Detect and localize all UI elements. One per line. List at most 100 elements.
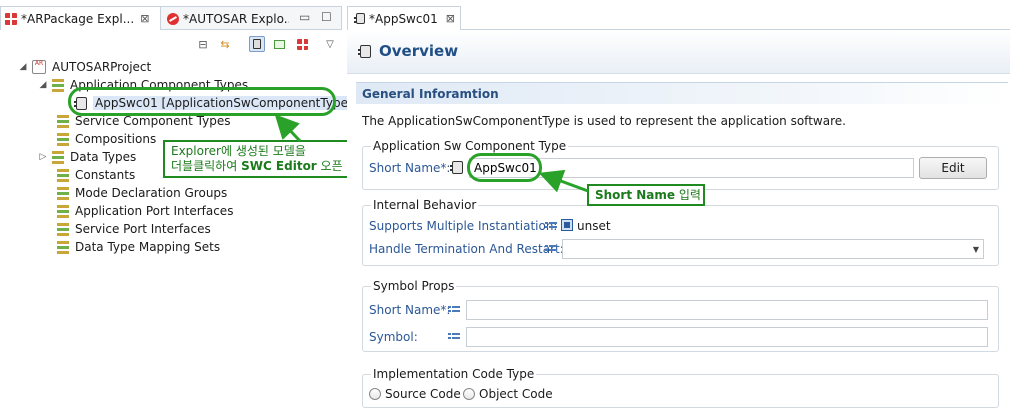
multiple-instantiation-checkbox[interactable] <box>561 219 573 231</box>
page-title: Overview <box>357 42 458 60</box>
component-icon <box>74 96 87 110</box>
callout-text: Explorer <box>171 144 221 158</box>
left-tab-bar: *ARPackage Expl... ⊠ *AUTOSAR Explo... ▭… <box>0 6 342 30</box>
package-icon <box>57 222 69 236</box>
section-description: The ApplicationSwComponentType is used t… <box>362 114 846 128</box>
editor-body: Overview General Inforamtion The Applica… <box>347 30 1010 410</box>
editor-tab-bar: *AppSwc01 ⊠ <box>347 6 1010 30</box>
close-icon[interactable]: ⊠ <box>140 12 149 25</box>
package-icon <box>57 204 69 218</box>
expanded-twisty-icon[interactable]: ◢ <box>38 80 48 90</box>
package-icon <box>52 150 64 164</box>
symbol-input[interactable] <box>466 327 988 347</box>
package-icon <box>57 168 69 182</box>
symbol-short-name-label: Short Name*: <box>369 303 451 317</box>
group-label: Symbol Props <box>371 279 457 293</box>
tab-label: *AUTOSAR Explo... <box>183 11 289 26</box>
callout-text: 더블클릭하여 <box>171 159 242 173</box>
element-filter-icon[interactable] <box>271 36 287 52</box>
symbol-short-name-input[interactable] <box>466 300 988 320</box>
group-label: Implementation Code Type <box>371 367 537 381</box>
tree-item-data-types[interactable]: ▷ Data Types <box>38 148 137 166</box>
tree-item-label: Service Component Types <box>75 114 231 128</box>
tree-item-label: Service Port Interfaces <box>75 222 211 236</box>
tree-item-constants[interactable]: Constants <box>57 166 135 184</box>
explorer-toolbar: ⊟ ⇆ ▽ <box>0 32 342 58</box>
callout-text: Short Name <box>595 188 676 202</box>
tab-arpackage-explorer[interactable]: *ARPackage Expl... ⊠ <box>1 7 161 30</box>
handle-termination-label: Handle Termination And Restart: <box>369 242 564 256</box>
swc-editor-pane: *AppSwc01 ⊠ Overview General Inforamtion… <box>347 6 1010 410</box>
callout-text: SWC Editor <box>241 159 317 173</box>
source-code-label: Source Code <box>385 387 461 401</box>
component-icon <box>354 13 365 24</box>
callout-text: 에 생성된 모델을 <box>220 144 306 158</box>
package-explorer-pane: *ARPackage Expl... ⊠ *AUTOSAR Explo... ▭… <box>0 6 355 410</box>
component-icon <box>358 44 371 58</box>
tree-item-label: Mode Declaration Groups <box>75 186 228 200</box>
list-icon <box>448 332 460 342</box>
short-name-label: Short Name*: <box>369 161 451 175</box>
tree-item-service-port-interfaces[interactable]: Service Port Interfaces <box>57 220 211 238</box>
edit-button[interactable]: Edit <box>919 157 987 179</box>
object-code-radio[interactable] <box>463 388 475 400</box>
tree-item-label: Data Types <box>70 150 137 164</box>
tree-item-application-port-interfaces[interactable]: Application Port Interfaces <box>57 202 233 220</box>
tree-item-application-component-types[interactable]: ◢ Application Component Types <box>38 76 249 94</box>
package-icon <box>52 78 64 92</box>
project-icon: AR <box>32 60 46 74</box>
source-code-radio[interactable] <box>369 388 381 400</box>
section-title[interactable]: General Inforamtion <box>356 82 1008 104</box>
tree-item-label: Compositions <box>75 132 157 146</box>
chevron-down-icon[interactable]: ▼ <box>973 245 979 254</box>
tree-item-mode-declaration-groups[interactable]: Mode Declaration Groups <box>57 184 227 202</box>
symbol-props-group: Symbol Props Short Name*: Symbol: <box>362 279 999 352</box>
tree-item-data-type-mapping-sets[interactable]: Data Type Mapping Sets <box>57 238 220 256</box>
general-information-section: General Inforamtion The ApplicationSwCom… <box>356 82 1008 412</box>
tab-autosar-explorer[interactable]: *AUTOSAR Explo... <box>163 7 289 30</box>
grid-filter-icon[interactable] <box>294 36 310 52</box>
tree-item-label: Application Component Types <box>70 78 249 92</box>
handle-termination-select[interactable]: ▼ <box>562 239 984 259</box>
symbol-label: Symbol: <box>369 330 418 344</box>
component-icon <box>450 161 463 174</box>
maximize-icon[interactable]: ☐ <box>321 10 332 24</box>
tree-item-label: Application Port Interfaces <box>75 204 234 218</box>
tree-item-service-component-types[interactable]: Service Component Types <box>57 112 230 130</box>
package-icon <box>57 240 69 254</box>
grid-icon <box>5 12 17 25</box>
short-name-callout: Short Name 입력 <box>587 184 705 206</box>
tree-item-label: Constants <box>75 168 136 182</box>
short-name-input[interactable] <box>469 158 914 178</box>
tree-item-label: AppSwc01 [ApplicationSwComponentType] <box>93 96 355 110</box>
tab-appswc01[interactable]: *AppSwc01 ⊠ <box>347 6 461 30</box>
list-icon <box>448 305 460 315</box>
autosar-icon <box>167 12 179 25</box>
callout-text: 오픈 <box>316 159 343 173</box>
tab-label: *AppSwc01 <box>369 11 438 26</box>
tree-item-compositions[interactable]: Compositions <box>57 130 156 148</box>
group-label: Application Sw Component Type <box>371 139 569 153</box>
page-title-text: Overview <box>379 42 459 60</box>
tree-item-label: Data Type Mapping Sets <box>75 240 221 254</box>
minimize-icon[interactable]: ▭ <box>299 10 310 24</box>
collapsed-twisty-icon[interactable]: ▷ <box>38 152 48 162</box>
group-label: Internal Behavior <box>371 198 479 212</box>
multiple-instantiation-value: unset <box>577 219 611 233</box>
link-editor-icon[interactable]: ⇆ <box>217 36 233 52</box>
tree-item-appswc01[interactable]: AppSwc01 [ApplicationSwComponentType] <box>74 94 355 112</box>
explorer-callout: Explorer에 생성된 모델을 더블클릭하여 SWC Editor 오픈 <box>163 140 357 178</box>
list-icon <box>545 244 557 254</box>
implementation-code-type-group: Implementation Code Type Source Code Obj… <box>362 367 999 408</box>
list-icon <box>545 221 557 231</box>
collapse-all-icon[interactable]: ⊟ <box>195 36 211 52</box>
tree-item-project[interactable]: ◢ AR AUTOSARProject <box>18 58 151 76</box>
component-filter-icon[interactable] <box>249 36 265 52</box>
package-icon <box>57 186 69 200</box>
internal-behavior-group: Internal Behavior Supports Multiple Inst… <box>362 198 999 266</box>
close-icon[interactable]: ⊠ <box>446 12 455 25</box>
tab-label: *ARPackage Expl... <box>21 11 135 26</box>
callout-text: 입력 <box>675 188 701 202</box>
expanded-twisty-icon[interactable]: ◢ <box>18 62 28 72</box>
view-menu-icon[interactable]: ▽ <box>322 36 338 52</box>
